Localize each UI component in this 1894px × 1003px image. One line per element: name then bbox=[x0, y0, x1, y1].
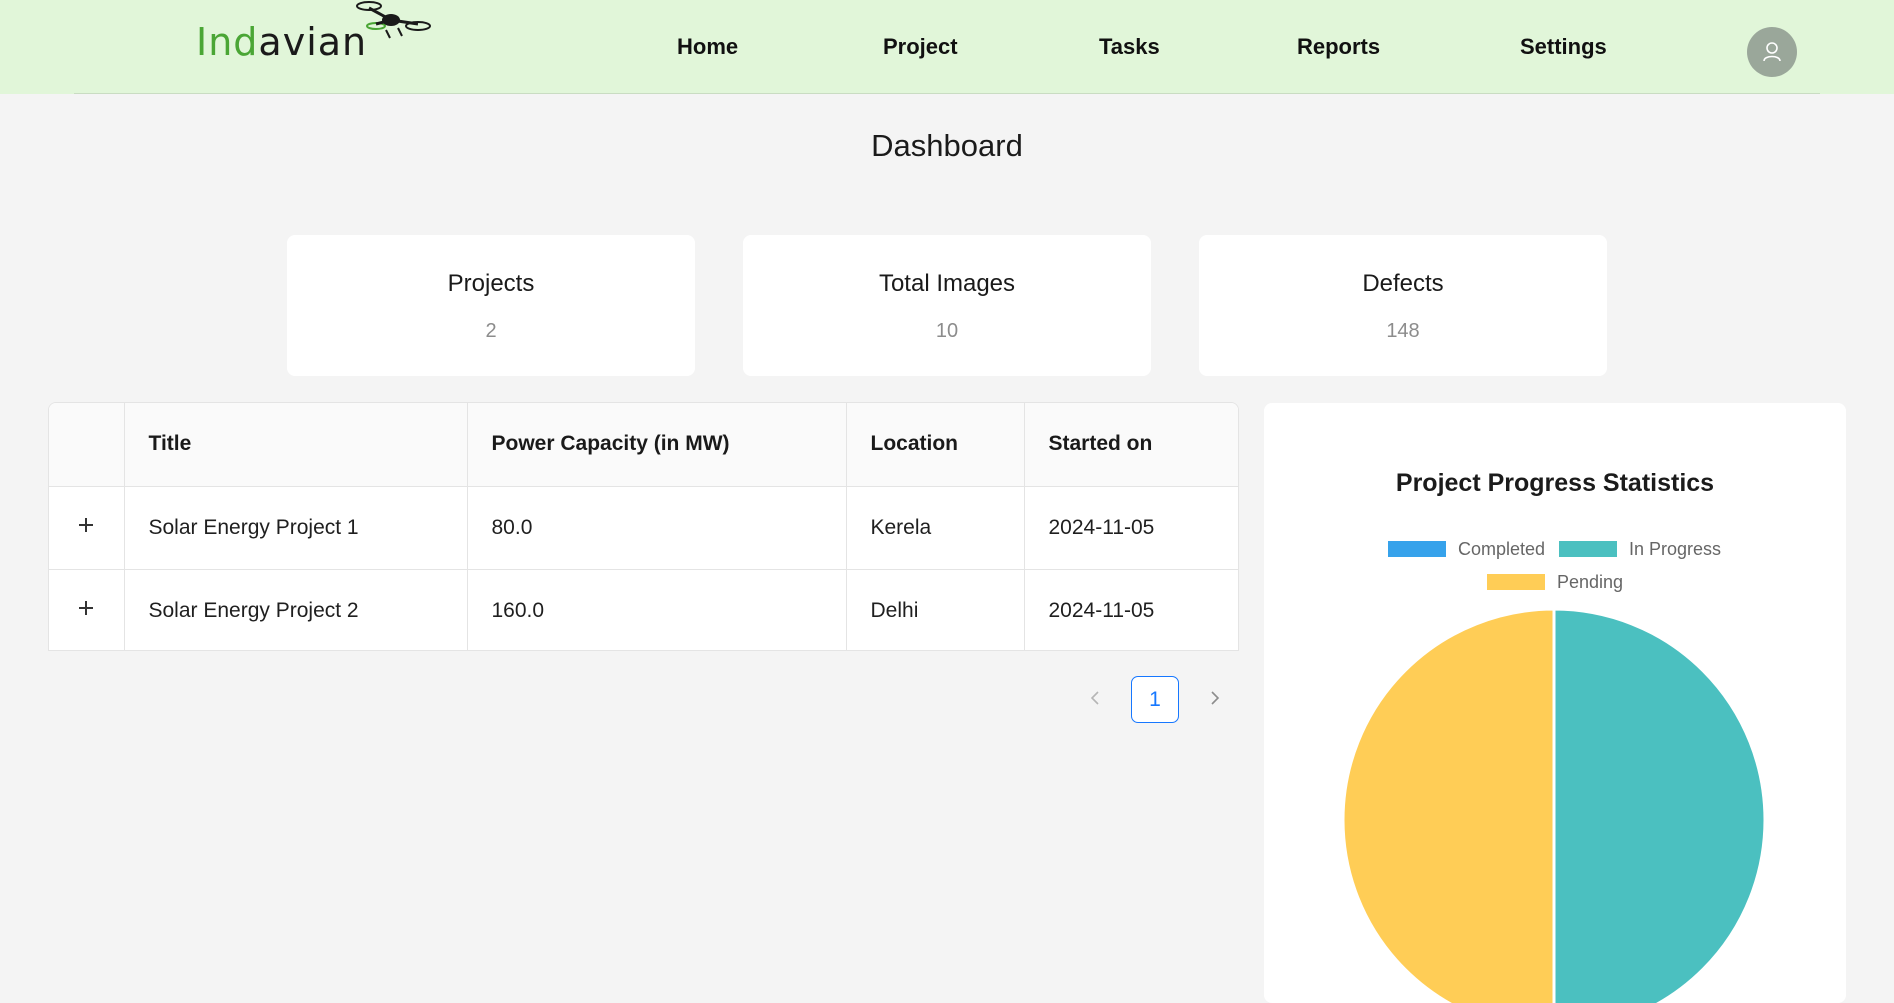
chevron-left-icon bbox=[1090, 691, 1099, 705]
user-icon bbox=[1763, 42, 1781, 62]
pagination-page-1[interactable]: 1 bbox=[1131, 676, 1179, 723]
cell-power-capacity: 160.0 bbox=[467, 569, 847, 650]
stat-card-defects: Defects 148 bbox=[1199, 235, 1607, 376]
pagination-next-button[interactable] bbox=[1200, 683, 1230, 713]
cell-power-capacity: 80.0 bbox=[467, 486, 847, 570]
expand-row-button[interactable] bbox=[75, 597, 97, 619]
cell-location: Delhi bbox=[846, 569, 1025, 650]
column-header-started-on[interactable]: Started on bbox=[1024, 403, 1238, 487]
page-title: Dashboard bbox=[871, 128, 1023, 163]
table-header-row: Title Power Capacity (in MW) Location St… bbox=[49, 403, 1238, 487]
pie-chart bbox=[1341, 607, 1767, 1003]
table-row[interactable]: Solar Energy Project 1 80.0 Kerela 2024-… bbox=[49, 486, 1238, 570]
nav-home[interactable]: Home bbox=[677, 34, 738, 60]
nav-settings[interactable]: Settings bbox=[1520, 34, 1607, 60]
stat-label: Total Images bbox=[878, 270, 1016, 297]
top-navigation-bar: Indavian Home Project Tasks Reports Sett… bbox=[0, 0, 1894, 94]
user-avatar[interactable] bbox=[1747, 27, 1797, 77]
stat-value: 148 bbox=[1386, 320, 1420, 342]
stat-label: Projects bbox=[447, 270, 535, 297]
project-progress-chart-card: Project Progress Statistics Completed In… bbox=[1264, 403, 1846, 1003]
stat-value: 10 bbox=[935, 320, 959, 342]
stat-card-projects: Projects 2 bbox=[287, 235, 695, 376]
nav-tasks[interactable]: Tasks bbox=[1099, 34, 1160, 60]
table-row[interactable]: Solar Energy Project 2 160.0 Delhi 2024-… bbox=[49, 569, 1238, 650]
column-header-title[interactable]: Title bbox=[124, 403, 468, 487]
cell-started-on: 2024-11-05 bbox=[1048, 598, 1155, 622]
column-header-expand bbox=[49, 403, 125, 487]
column-header-power-capacity[interactable]: Power Capacity (in MW) bbox=[467, 403, 847, 487]
pie-slice-in-progress[interactable] bbox=[1552, 607, 1767, 1003]
expand-cell bbox=[49, 569, 125, 650]
nav-reports[interactable]: Reports bbox=[1297, 34, 1380, 60]
cell-location: Kerela bbox=[846, 486, 1025, 570]
pie-slice-pending[interactable] bbox=[1341, 607, 1556, 1003]
drone-icon bbox=[356, 1, 431, 39]
cell-title: Solar Energy Project 2 bbox=[124, 569, 468, 650]
stat-value: 2 bbox=[485, 320, 497, 342]
pagination-prev-button[interactable] bbox=[1080, 683, 1110, 713]
column-header-location[interactable]: Location bbox=[846, 403, 1025, 487]
header-divider bbox=[74, 93, 1820, 94]
stat-label: Defects bbox=[1362, 270, 1444, 297]
projects-table: Title Power Capacity (in MW) Location St… bbox=[48, 402, 1239, 651]
chevron-right-icon bbox=[1211, 691, 1220, 705]
indavian-logo[interactable]: Indavian bbox=[196, 0, 436, 80]
expand-cell bbox=[49, 486, 125, 570]
cell-started-on: 2024-11-05 bbox=[1024, 486, 1238, 570]
nav-project[interactable]: Project bbox=[883, 34, 958, 60]
logo-wordmark: Indavian bbox=[196, 20, 368, 64]
stat-card-total-images: Total Images 10 bbox=[743, 235, 1151, 376]
cell-title: Solar Energy Project 1 bbox=[124, 486, 468, 570]
expand-row-button[interactable] bbox=[75, 514, 97, 536]
